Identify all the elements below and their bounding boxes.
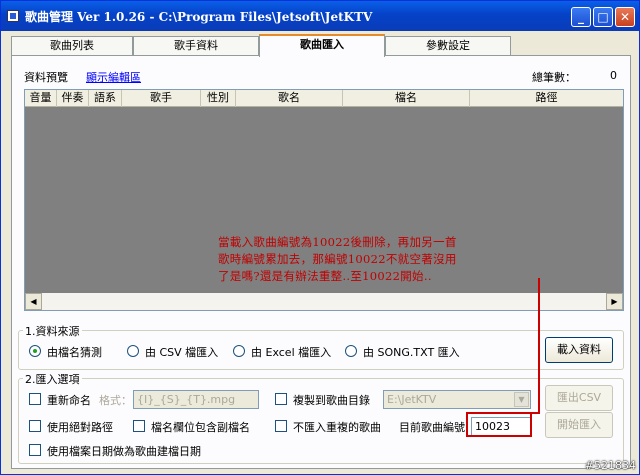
show-edit-area-link[interactable]: 顯示編輯區 bbox=[86, 69, 141, 85]
tab-settings[interactable]: 參數設定 bbox=[385, 36, 511, 55]
source-songtxt-radio[interactable] bbox=[345, 345, 357, 357]
no-duplicate-checkbox[interactable] bbox=[275, 420, 287, 432]
no-duplicate-label[interactable]: 不匯入重複的歌曲 bbox=[293, 419, 381, 435]
absolute-path-label[interactable]: 使用絕對路徑 bbox=[47, 419, 113, 435]
use-file-date-label[interactable]: 使用檔案日期做為歌曲建檔日期 bbox=[47, 443, 201, 459]
column-path[interactable]: 路徑 bbox=[470, 90, 623, 107]
source-filename-radio[interactable] bbox=[29, 345, 41, 357]
annotation-connector bbox=[531, 412, 540, 414]
copy-path-value: E:\JetKTV bbox=[387, 393, 437, 406]
copy-path-select[interactable]: E:\JetKTV ▼ bbox=[383, 390, 531, 409]
tab-singer-data[interactable]: 歌手資料 bbox=[133, 36, 259, 55]
rename-checkbox[interactable] bbox=[29, 393, 41, 405]
include-extension-checkbox[interactable] bbox=[133, 420, 145, 432]
annotation-connector bbox=[538, 278, 540, 414]
import-panel: 資料預覽 顯示編輯區 總筆數： 0 音量 伴奏 語系 歌手 性別 歌名 檔名 路… bbox=[11, 55, 631, 469]
annotation-line: 了是嗎?還是有辦法重整..至10022開始.. bbox=[218, 269, 432, 283]
scroll-left-icon[interactable]: ◀ bbox=[25, 293, 42, 310]
window-title: 歌曲管理 Ver 1.0.26 - C:\Program Files\Jetso… bbox=[25, 10, 373, 24]
column-file-name[interactable]: 檔名 bbox=[343, 90, 470, 107]
absolute-path-checkbox[interactable] bbox=[29, 420, 41, 432]
include-extension-label[interactable]: 檔名欄位包含副檔名 bbox=[151, 419, 250, 435]
annotation-note: 當載入歌曲編號為10022後刪除，再加另一首 歌時編號累加去，那編號10022不… bbox=[218, 234, 563, 285]
total-count-value: 0 bbox=[610, 69, 617, 82]
format-label: 格式： bbox=[99, 394, 132, 407]
annotation-line: 歌時編號累加去，那編號10022不就空著沒用 bbox=[218, 252, 457, 266]
start-import-button[interactable]: 開始匯入 bbox=[545, 412, 613, 438]
rename-label[interactable]: 重新命名 bbox=[47, 392, 91, 408]
current-number-label: 目前歌曲編號 bbox=[399, 421, 465, 434]
column-song-name[interactable]: 歌名 bbox=[236, 90, 343, 107]
source-filename-label[interactable]: 由檔名猜測 bbox=[47, 344, 102, 360]
use-file-date-checkbox[interactable] bbox=[29, 444, 41, 456]
source-excel-label[interactable]: 由 Excel 檔匯入 bbox=[251, 344, 331, 360]
annotation-line: 當載入歌曲編號為10022後刪除，再加另一首 bbox=[218, 235, 457, 249]
copy-to-dir-checkbox[interactable] bbox=[275, 393, 287, 405]
tab-strip: 歌曲列表 歌手資料 歌曲匯入 參數設定 bbox=[11, 34, 631, 57]
import-options-group: 2.匯入選項 重新命名 格式： {I}_{S}_{T}.mpg 複製到歌曲目錄 … bbox=[18, 371, 624, 464]
minimize-button[interactable]: _ bbox=[571, 7, 591, 27]
tab-song-list[interactable]: 歌曲列表 bbox=[11, 36, 133, 55]
source-csv-label[interactable]: 由 CSV 檔匯入 bbox=[145, 344, 218, 360]
source-songtxt-label[interactable]: 由 SONG.TXT 匯入 bbox=[363, 344, 460, 360]
copy-to-dir-label[interactable]: 複製到歌曲目錄 bbox=[293, 392, 370, 408]
format-input[interactable]: {I}_{S}_{T}.mpg bbox=[133, 390, 259, 409]
source-csv-radio[interactable] bbox=[127, 345, 139, 357]
scroll-right-icon[interactable]: ▶ bbox=[606, 293, 623, 310]
import-options-title: 2.匯入選項 bbox=[23, 371, 82, 387]
column-language[interactable]: 語系 bbox=[89, 90, 122, 107]
column-volume[interactable]: 音量 bbox=[25, 90, 57, 107]
export-csv-button[interactable]: 匯出CSV bbox=[545, 385, 613, 411]
column-gender[interactable]: 性別 bbox=[201, 90, 236, 107]
data-source-title: 1.資料來源 bbox=[23, 323, 82, 339]
column-accompaniment[interactable]: 伴奏 bbox=[57, 90, 89, 107]
annotation-highlight-box bbox=[466, 412, 532, 437]
watermark: #521834 bbox=[584, 459, 636, 472]
title-bar[interactable]: 歌曲管理 Ver 1.0.26 - C:\Program Files\Jetso… bbox=[1, 1, 639, 31]
load-data-button[interactable]: 載入資料 bbox=[545, 337, 613, 363]
maximize-button[interactable]: □ bbox=[593, 7, 613, 27]
tab-song-import[interactable]: 歌曲匯入 bbox=[259, 34, 385, 57]
total-count-label: 總筆數： bbox=[532, 71, 576, 84]
preview-label: 資料預覽 bbox=[24, 71, 68, 84]
list-header: 音量 伴奏 語系 歌手 性別 歌名 檔名 路徑 bbox=[25, 90, 623, 107]
chevron-down-icon[interactable]: ▼ bbox=[514, 392, 529, 407]
main-window: 歌曲管理 Ver 1.0.26 - C:\Program Files\Jetso… bbox=[0, 0, 640, 475]
close-button[interactable]: ✕ bbox=[615, 7, 635, 27]
horizontal-scrollbar[interactable]: ◀ ▶ bbox=[25, 293, 623, 310]
data-source-group: 1.資料來源 由檔名猜測 由 CSV 檔匯入 由 Excel 檔匯入 由 SON… bbox=[18, 323, 624, 370]
source-excel-radio[interactable] bbox=[233, 345, 245, 357]
app-icon[interactable] bbox=[7, 10, 19, 22]
column-singer[interactable]: 歌手 bbox=[122, 90, 201, 107]
